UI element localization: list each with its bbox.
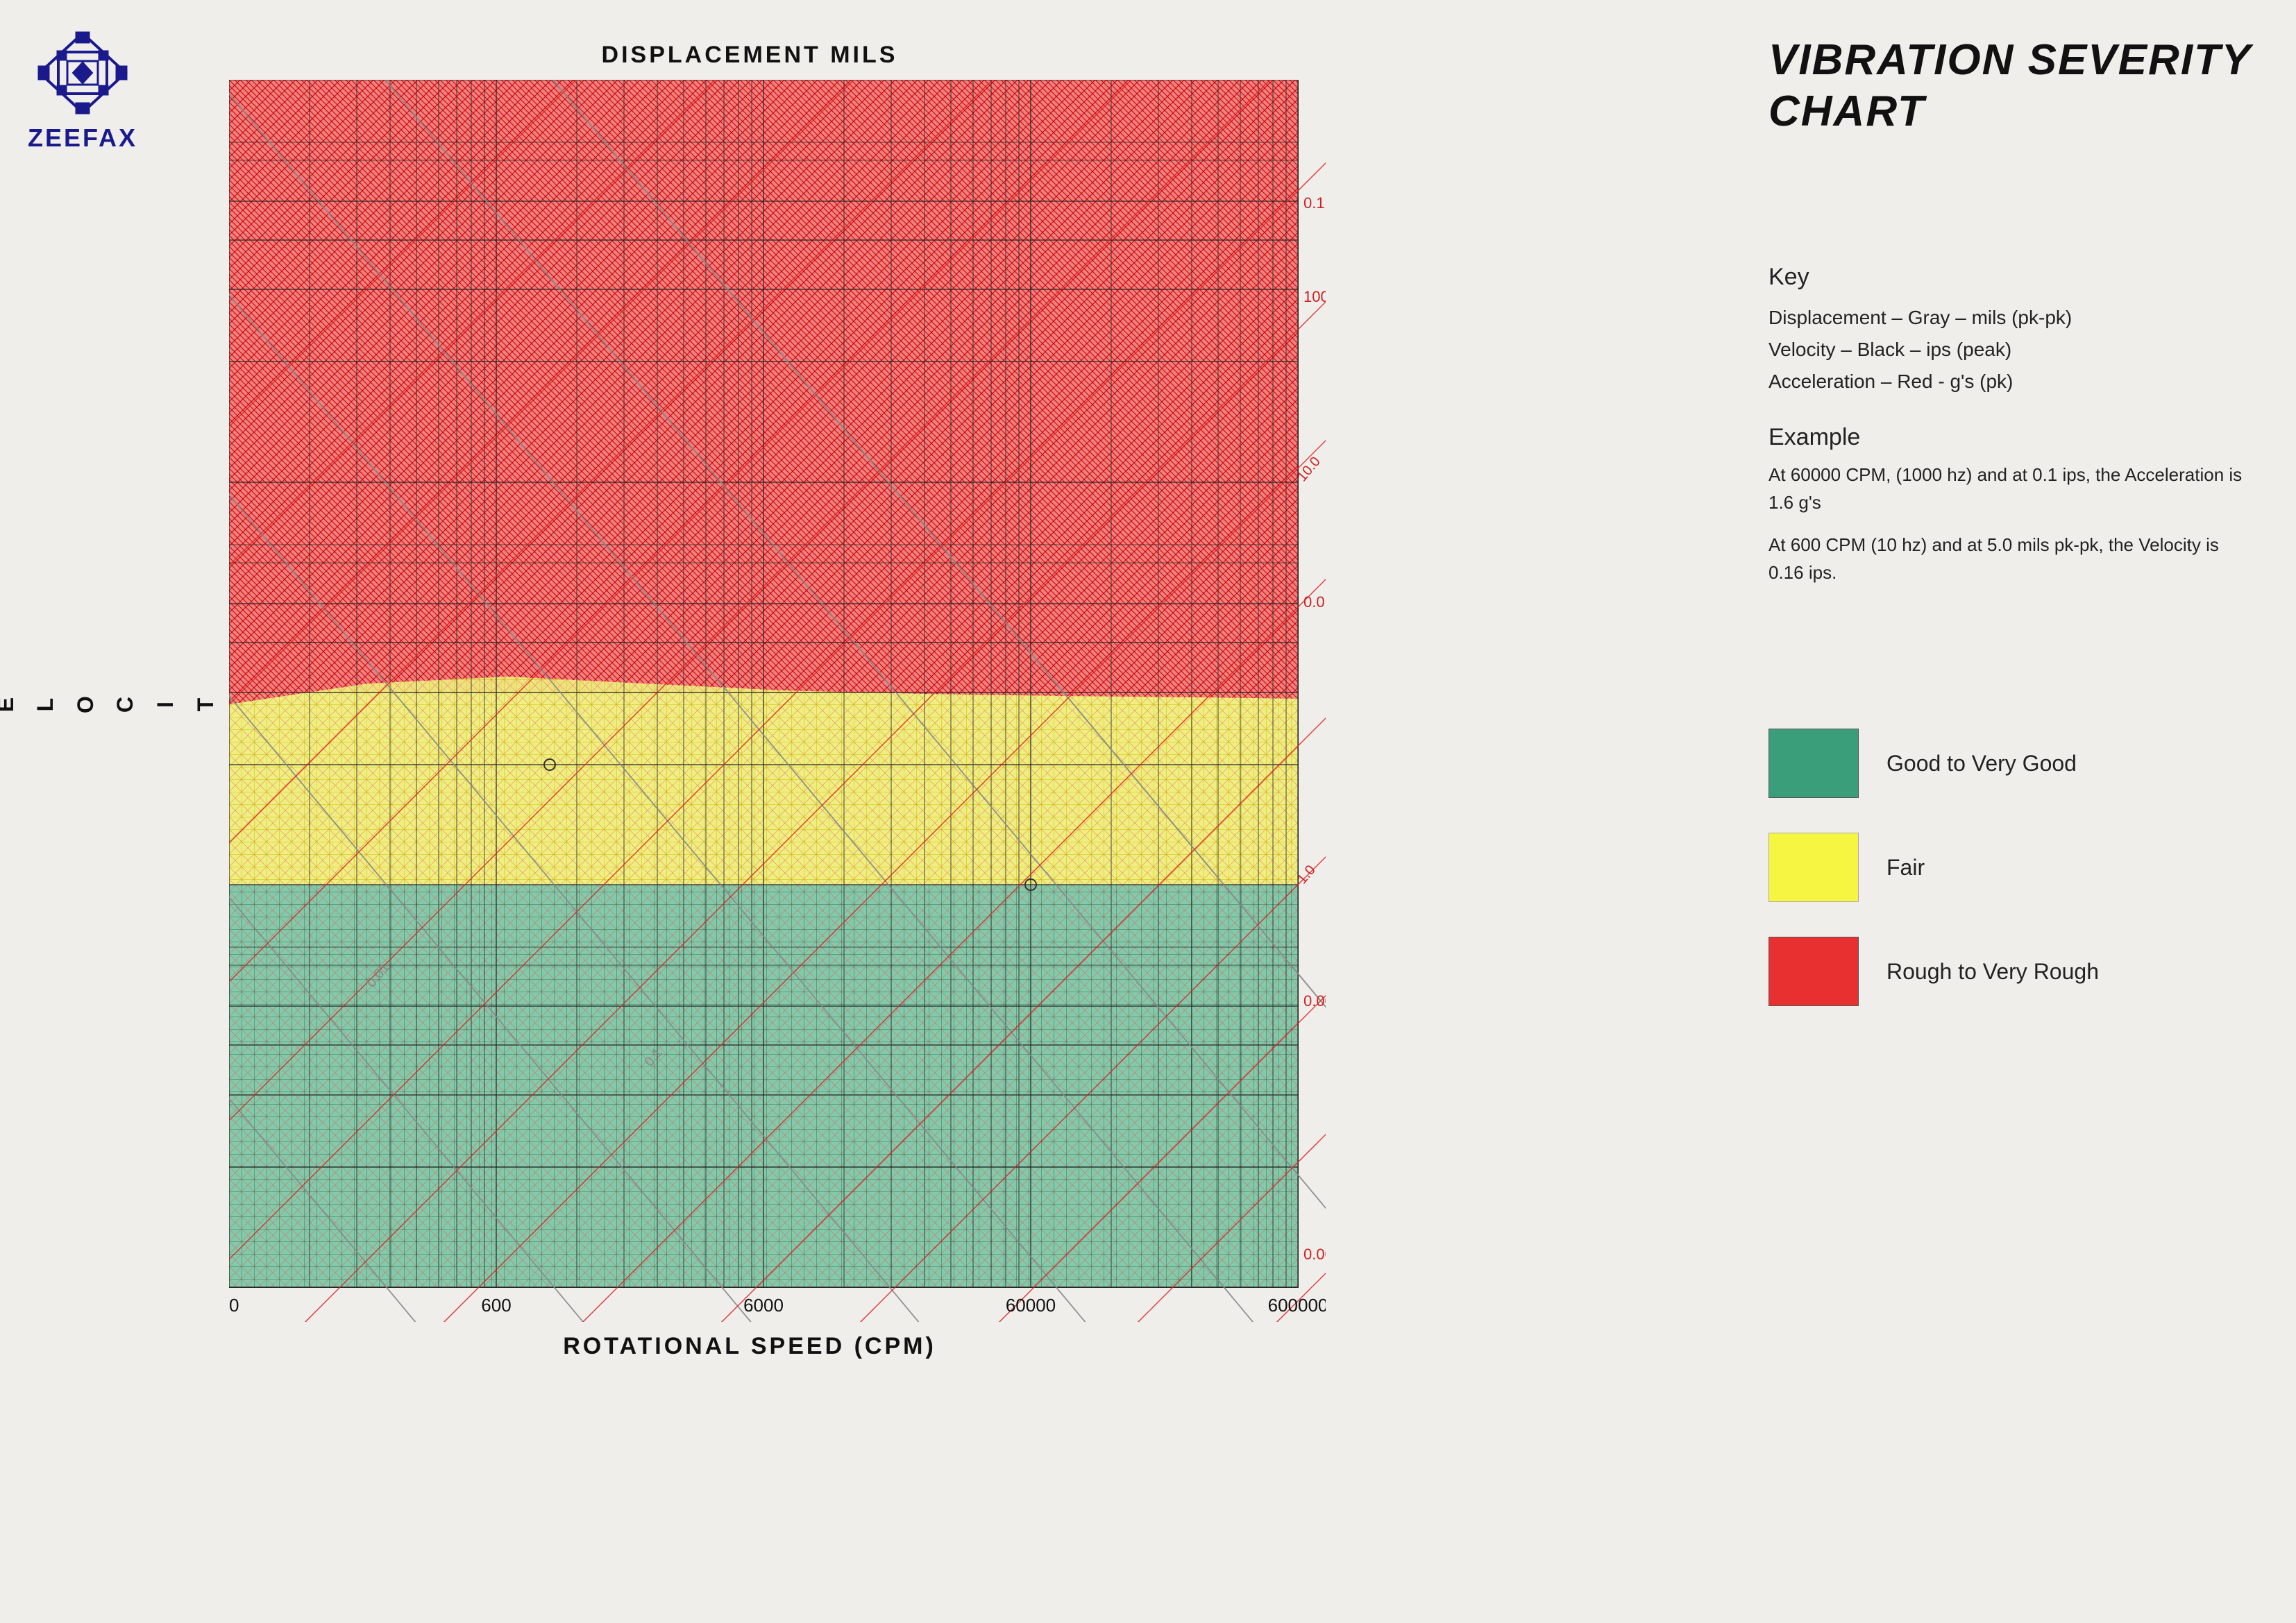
svg-text:600000: 600000 [1268,1295,1326,1316]
chart-svg-wrapper: 10.0 5.0 4.0 3.0 2.0 1.0 0.5 0.4 0.3 0.2… [229,80,1326,1322]
svg-text:0.01: 0.01 [1303,593,1326,611]
title-area: VIBRATION SEVERITY CHART [1769,35,2254,138]
chart-container: DISPLACEMENT MILS VELOCITYIPS [146,42,1353,1360]
legend-area: Good to Very Good Fair Rough to Very Rou… [1769,729,2254,1041]
example-title: Example [1769,424,2254,451]
legend-item-fair: Fair [1769,833,2254,902]
key-item-acceleration: Acceleration – Red - g's (pk) [1769,367,2254,396]
svg-text:100.0: 100.0 [1303,288,1326,305]
logo-text: ZEEFAX [28,124,137,153]
svg-text:0.0001: 0.0001 [1303,1246,1326,1263]
legend-label-good: Good to Very Good [1886,751,2077,776]
x-axis-bottom-label: ROTATIONAL SPEED (CPM) [146,1333,1353,1360]
example-text-2: At 600 CPM (10 hz) and at 5.0 mils pk-pk… [1769,531,2254,587]
svg-text:0.001: 0.001 [1303,992,1326,1010]
svg-text:10.0: 10.0 [1294,454,1324,484]
svg-text:600: 600 [481,1295,511,1316]
legend-swatch-good [1769,729,1859,798]
svg-text:6000: 6000 [743,1295,784,1316]
svg-text:0.1: 0.1 [1303,194,1325,212]
chart-title: VIBRATION SEVERITY CHART [1769,35,2254,138]
example-text-1: At 60000 CPM, (1000 hz) and at 0.1 ips, … [1769,461,2254,517]
svg-text:60: 60 [229,1295,239,1316]
key-title: Key [1769,264,2254,291]
legend-label-fair: Fair [1886,855,1925,881]
legend-label-rough: Rough to Very Rough [1886,959,2099,985]
y-axis-label-container: VELOCITYIPS [146,80,226,1322]
key-area: Key Displacement – Gray – mils (pk-pk) V… [1769,264,2254,600]
page: ZEEFAX VIBRATION SEVERITY CHART Key Disp… [0,0,2296,1623]
chart-svg: 10.0 5.0 4.0 3.0 2.0 1.0 0.5 0.4 0.3 0.2… [229,80,1326,1322]
svg-text:60000: 60000 [1006,1295,1056,1316]
key-item-velocity: Velocity – Black – ips (peak) [1769,335,2254,364]
key-item-displacement: Displacement – Gray – mils (pk-pk) [1769,303,2254,332]
legend-swatch-rough [1769,937,1859,1006]
legend-swatch-fair [1769,833,1859,902]
x-axis-top-label: DISPLACEMENT MILS [146,42,1353,69]
logo-area: ZEEFAX [28,28,137,153]
legend-item-good: Good to Very Good [1769,729,2254,798]
logo-icon [34,28,131,118]
legend-item-rough: Rough to Very Rough [1769,937,2254,1006]
